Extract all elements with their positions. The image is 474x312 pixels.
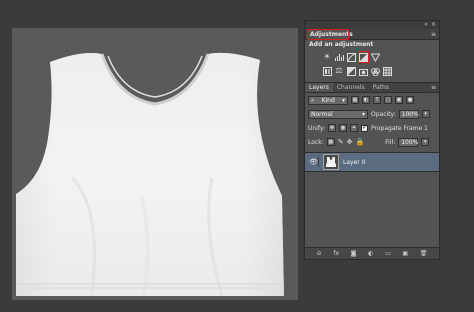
tank-top-image <box>16 52 284 297</box>
black-white-icon[interactable] <box>346 66 356 76</box>
adjustments-tabbar: Adjustments ≡ <box>305 29 439 40</box>
lock-pixels-icon[interactable]: ✎ <box>338 138 344 146</box>
unify-visibility-icon[interactable]: ◉ <box>339 124 348 132</box>
lock-all-icon[interactable]: 🔒 <box>355 138 364 146</box>
unify-row: Unify: ✥ ◉ ✦ ✓ Propagate Frame 1 <box>305 121 439 135</box>
dock-titlebar: « × <box>305 21 439 29</box>
exposure-icon[interactable] <box>357 51 369 63</box>
add-adjustment-heading: Add an adjustment <box>309 41 374 48</box>
layers-footer: ⊝ fx ◙ ◐ ▭ ▣ 🗑 <box>305 247 439 259</box>
trash-icon[interactable]: 🗑 <box>420 250 428 257</box>
tab-channels[interactable]: Channels <box>333 83 369 92</box>
tab-adjustments[interactable]: Adjustments <box>307 29 353 40</box>
link-icon[interactable]: ⊝ <box>317 250 322 257</box>
fx-icon[interactable]: fx <box>333 250 339 257</box>
filter-pixel-icon[interactable]: ▦ <box>351 96 359 104</box>
lock-label: Lock: <box>308 138 324 146</box>
filter-type-icon[interactable]: T <box>373 96 381 104</box>
search-icon: ⌕ <box>311 96 315 104</box>
layers-panel-menu-icon[interactable]: ≡ <box>431 84 436 91</box>
curves-icon[interactable] <box>346 52 356 62</box>
panel-menu-icon[interactable]: ≡ <box>431 31 436 38</box>
chevron-down-icon: ▾ <box>341 96 345 104</box>
propagate-label: Propagate Frame 1 <box>371 124 428 132</box>
opacity-input[interactable]: 100% <box>398 109 419 119</box>
unify-label: Unify: <box>308 124 326 132</box>
tab-paths[interactable]: Paths <box>369 83 393 92</box>
hue-saturation-icon[interactable] <box>322 66 332 76</box>
close-icon[interactable]: × <box>431 21 436 29</box>
photo-filter-icon[interactable] <box>358 66 368 76</box>
lock-position-icon[interactable]: ✥ <box>347 138 353 146</box>
eye-icon[interactable]: 👁 <box>309 157 319 167</box>
lock-transparent-icon[interactable]: ▦ <box>326 138 335 146</box>
mask-icon[interactable]: ◙ <box>351 250 357 257</box>
lock-row: Lock: ▦ ✎ ✥ 🔒 Fill: 100% ▾ <box>305 135 439 149</box>
color-balance-icon[interactable]: ⚖ <box>334 66 344 76</box>
opacity-dropdown-icon[interactable]: ▾ <box>421 110 430 118</box>
filter-kind-select[interactable]: ⌕ Kind ▾ <box>308 95 348 105</box>
blend-mode-value: Normal <box>311 110 333 118</box>
group-icon[interactable]: ▭ <box>385 250 391 257</box>
new-layer-icon[interactable]: ▣ <box>402 250 408 257</box>
document-canvas[interactable] <box>12 28 298 300</box>
filter-row: ⌕ Kind ▾ ▦ ◐ T ▢ ▣ ● <box>305 93 439 107</box>
propagate-checkbox[interactable]: ✓ <box>361 124 369 132</box>
fill-value: 100% <box>401 138 419 146</box>
panel-dock: « × Adjustments ≡ Add an adjustment ☀ ⚖ <box>304 20 440 260</box>
channel-mixer-icon[interactable] <box>370 66 380 76</box>
opacity-label: Opacity: <box>371 110 396 118</box>
layers-tabbar: Layers Channels Paths ≡ <box>305 82 439 93</box>
unify-style-icon[interactable]: ✦ <box>350 124 359 132</box>
blend-row: Normal ▾ Opacity: 100% ▾ <box>305 107 439 121</box>
filter-toggle-icon[interactable]: ● <box>406 96 414 104</box>
filter-kind-value: Kind <box>321 96 335 104</box>
unify-position-icon[interactable]: ✥ <box>328 124 337 132</box>
layer-thumbnail <box>323 154 339 170</box>
levels-icon[interactable] <box>334 52 344 62</box>
layers-list-empty-area <box>305 172 439 216</box>
fill-input[interactable]: 100% <box>398 137 419 147</box>
filter-smart-icon[interactable]: ▣ <box>395 96 403 104</box>
vibrance-icon[interactable] <box>370 52 380 62</box>
opacity-value: 100% <box>401 110 419 118</box>
chevron-down-icon: ▾ <box>361 110 365 118</box>
fill-dropdown-icon[interactable]: ▾ <box>421 138 430 146</box>
adjustment-layer-icon[interactable]: ◐ <box>368 250 373 257</box>
tab-layers[interactable]: Layers <box>305 83 333 92</box>
layer-name: Layer 0 <box>343 158 366 166</box>
filter-shape-icon[interactable]: ▢ <box>384 96 392 104</box>
collapse-icon[interactable]: « <box>424 21 428 29</box>
fill-label: Fill: <box>385 138 396 146</box>
color-lookup-icon[interactable] <box>382 66 392 76</box>
adjustment-icons-row-2: ⚖ <box>305 64 439 78</box>
filter-adjustment-icon[interactable]: ◐ <box>362 96 370 104</box>
adjustment-icons-row-1: ☀ <box>305 50 439 64</box>
layer-row-layer-0[interactable]: 👁 Layer 0 <box>305 152 439 172</box>
brightness-contrast-icon[interactable]: ☀ <box>322 52 332 62</box>
blend-mode-select[interactable]: Normal ▾ <box>308 109 368 119</box>
